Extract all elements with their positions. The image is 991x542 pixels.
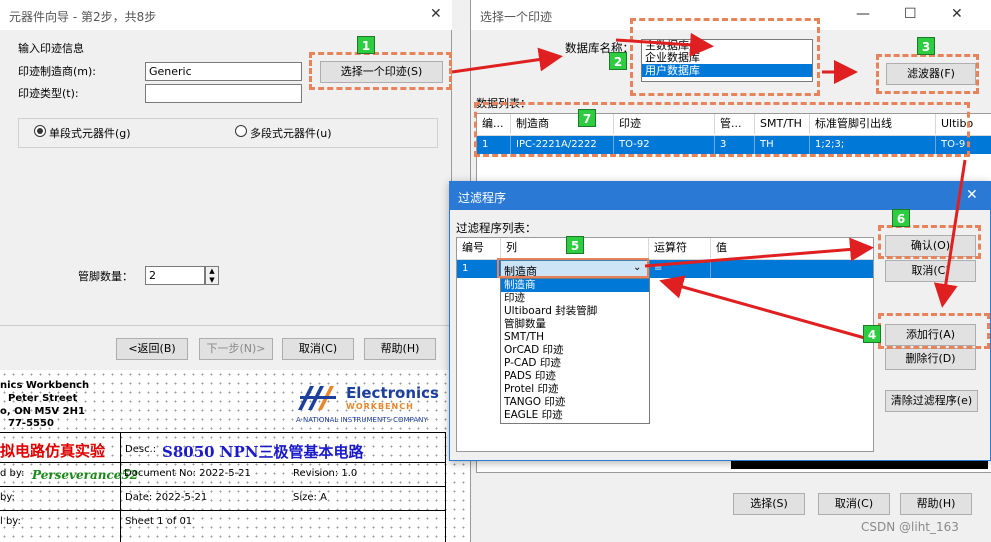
callout-badge-3: 3 bbox=[917, 37, 935, 55]
arrow-5 bbox=[659, 275, 873, 342]
callout-badge-5: 5 bbox=[566, 236, 584, 254]
arrow-4 bbox=[933, 159, 967, 308]
callout-badge-1: 1 bbox=[357, 36, 375, 54]
callout-badge-7: 7 bbox=[578, 109, 596, 127]
callout-badge-6: 6 bbox=[892, 209, 910, 227]
arrow-1 bbox=[451, 47, 563, 74]
arrow-2 bbox=[615, 32, 714, 57]
annotation-arrows bbox=[451, 32, 967, 342]
callout-badge-2: 2 bbox=[609, 52, 627, 70]
callout-badge-4: 4 bbox=[863, 325, 881, 343]
arrow-6 bbox=[644, 237, 874, 268]
